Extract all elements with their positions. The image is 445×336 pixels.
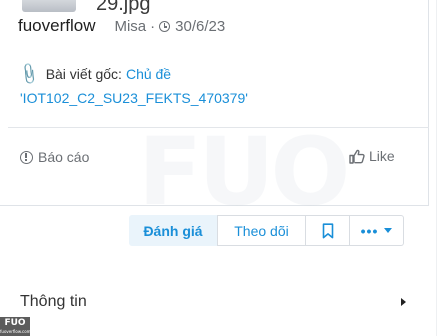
- bookmark-icon: [322, 222, 333, 238]
- thumbs-up-icon: [349, 149, 365, 164]
- attachment-thumbnail[interactable]: [22, 0, 76, 12]
- author-name[interactable]: fuoverflow: [18, 16, 95, 36]
- chevron-down-icon: [384, 228, 393, 233]
- bookmark-button[interactable]: [306, 215, 350, 246]
- post-meta: Misa · 30/6/23: [114, 18, 225, 35]
- report-label: Báo cáo: [38, 149, 90, 165]
- report-icon: [20, 150, 33, 164]
- meta-separator: ·: [150, 17, 156, 35]
- info-section-toggle[interactable]: Thông tin: [20, 293, 87, 311]
- post-actions: Đánh giá Theo dõi •••: [129, 215, 404, 246]
- divider: [8, 127, 429, 128]
- chevron-right-icon[interactable]: [401, 298, 406, 306]
- topic-link[interactable]: 'IOT102_C2_SU23_FEKTS_470379': [20, 90, 248, 106]
- rate-button[interactable]: Đánh giá: [129, 215, 217, 246]
- attachment-filename[interactable]: 29.jpg: [96, 0, 151, 16]
- original-post-row: 📎 Bài viết gốc: Chủ đề: [17, 62, 172, 87]
- more-dots-icon: •••: [360, 222, 379, 239]
- follow-button[interactable]: Theo dõi: [217, 215, 306, 246]
- author-role: Misa: [114, 17, 147, 35]
- page: 29.jpg fuoverflow Misa · 30/6/23 📎 Bài v…: [0, 0, 445, 336]
- brand-badge: FUO fuoverflow.com: [0, 317, 31, 336]
- post-card: 29.jpg fuoverflow Misa · 30/6/23 📎 Bài v…: [0, 0, 429, 206]
- more-options-button[interactable]: •••: [350, 215, 404, 246]
- brand-badge-text: FUO: [4, 318, 26, 328]
- right-rail: [436, 0, 445, 336]
- report-button[interactable]: Báo cáo: [20, 149, 89, 165]
- author-row: fuoverflow Misa · 30/6/23: [18, 16, 225, 36]
- like-button[interactable]: Like: [349, 148, 395, 164]
- paperclip-icon: 📎: [16, 62, 42, 87]
- clock-icon: [159, 20, 171, 32]
- original-post-link[interactable]: Chủ đề: [126, 66, 171, 82]
- post-date[interactable]: 30/6/23: [175, 18, 225, 35]
- like-label: Like: [369, 148, 395, 164]
- original-post-label: Bài viết gốc:: [45, 66, 122, 82]
- brand-badge-subtext: fuoverflow.com: [0, 329, 31, 334]
